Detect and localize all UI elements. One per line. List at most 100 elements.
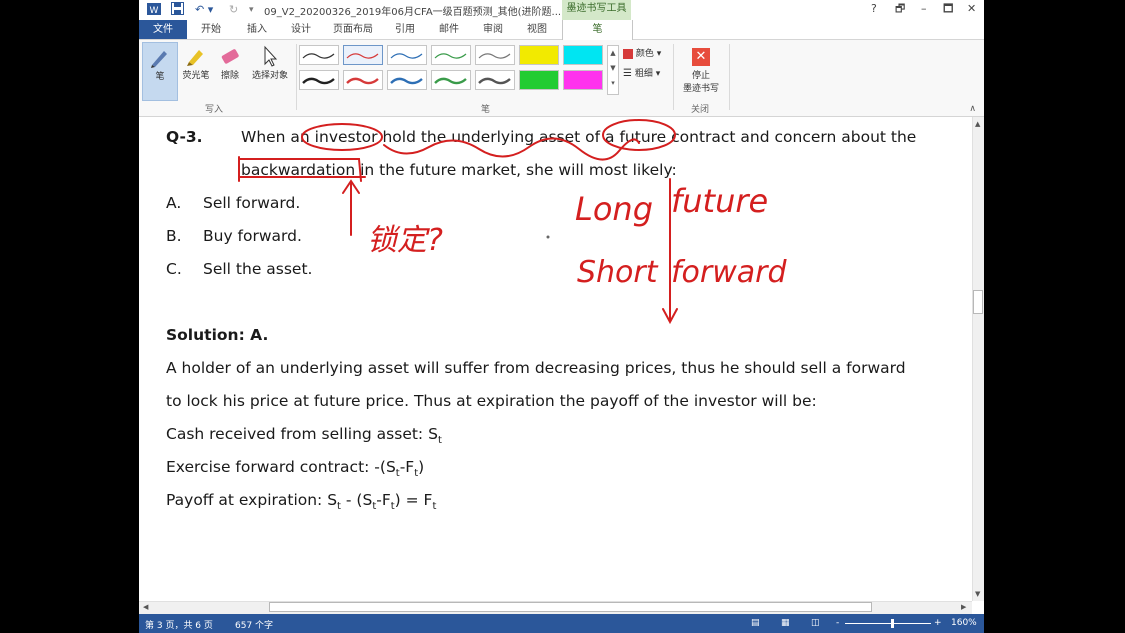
maximize-button[interactable]: 🗖 — [943, 2, 953, 16]
scroll-right-icon[interactable]: ▶ — [961, 603, 966, 611]
redo-icon[interactable]: ↻ — [229, 2, 238, 18]
zoom-slider[interactable] — [845, 623, 931, 624]
ink-tools-context-label: 墨迹书写工具 — [562, 0, 631, 22]
ribbon-tabs: 文件 开始 插入 设计 页面布局 引用 邮件 审阅 视图 笔 登录 — [139, 20, 984, 58]
highlighter-green[interactable] — [519, 70, 559, 90]
tab-design[interactable]: 设计 — [281, 20, 321, 39]
ink-note-forward: forward — [671, 255, 788, 290]
zoom-out-button[interactable]: - — [836, 618, 839, 628]
pen-style-red-thick[interactable] — [343, 70, 383, 90]
color-icon — [623, 48, 633, 59]
web-layout-icon[interactable]: ◫ — [811, 618, 820, 628]
pen-style-gray-thick[interactable] — [475, 70, 515, 90]
horizontal-scroll-thumb[interactable] — [269, 602, 872, 612]
close-icon: ✕ — [692, 48, 710, 66]
tab-insert[interactable]: 插入 — [237, 20, 277, 39]
thickness-option[interactable]: ☰ 粗细 ▾ — [623, 66, 660, 79]
page-count[interactable]: 第 3 页，共 6 页 — [145, 618, 213, 631]
ribbon-display-button[interactable]: 🗗 — [895, 2, 905, 16]
highlighter-yellow[interactable] — [519, 45, 559, 65]
color-label: 颜色 — [635, 49, 654, 59]
ink-note-short: Short — [577, 255, 659, 290]
pen-style-red-thin[interactable] — [343, 45, 383, 65]
tab-references[interactable]: 引用 — [385, 20, 425, 39]
word-count[interactable]: 657 个字 — [235, 618, 273, 631]
ribbon-separator — [729, 44, 730, 110]
group-write-label: 写入 — [205, 105, 224, 115]
scroll-left-icon[interactable]: ◀ — [143, 603, 148, 611]
vertical-scroll-thumb[interactable] — [973, 290, 983, 314]
zoom-in-button[interactable]: + — [934, 618, 942, 628]
word-window: W ↶ ▾ ↻ ▾ 09_V2_20200326_2019年06月CFA一级百题… — [139, 0, 984, 633]
highlighter-tool-label: 荧光笔 — [182, 71, 210, 81]
select-objects-label: 选择对象 — [251, 71, 288, 81]
document-page[interactable]: Q-3. When an investor hold the underlyin… — [139, 117, 972, 601]
minimize-button[interactable]: – — [921, 2, 927, 16]
window-title: 09_V2_20200326_2019年06月CFA一级百题预测_其他(进阶题.… — [264, 7, 562, 18]
scroll-down-icon[interactable]: ▼ — [975, 590, 980, 598]
word-logo-icon: W — [147, 2, 161, 18]
pen-style-gray-thin[interactable] — [475, 45, 515, 65]
zoom-slider-handle[interactable] — [891, 619, 894, 628]
gallery-scroll-arrows[interactable]: ▲ ▼ ▾ — [607, 45, 619, 95]
pen-style-green-thin[interactable] — [431, 45, 471, 65]
thickness-label: 粗细 — [634, 69, 653, 79]
tab-view[interactable]: 视图 — [517, 20, 557, 39]
ink-circle-future — [602, 119, 676, 151]
pen-style-blue-thin[interactable] — [387, 45, 427, 65]
status-bar: 第 3 页，共 6 页 657 个字 ▤ ▦ ◫ - + 160% — [139, 614, 984, 633]
color-option[interactable]: 颜色 ▾ — [623, 46, 661, 59]
eraser-tool-button[interactable]: 擦除 — [215, 42, 245, 98]
vertical-scrollbar[interactable] — [972, 117, 984, 601]
highlighter-magenta[interactable] — [563, 70, 603, 90]
save-icon[interactable] — [171, 2, 184, 18]
stop-inking-button[interactable]: ✕ 停止 墨迹书写 — [679, 44, 723, 94]
group-pens-label: 笔 — [481, 105, 491, 115]
ink-note-lock: 锁定? — [367, 223, 443, 258]
read-mode-icon[interactable]: ▤ — [751, 618, 760, 628]
tab-mailings[interactable]: 邮件 — [429, 20, 469, 39]
undo-icon[interactable]: ↶ ▾ — [195, 2, 213, 18]
title-bar: W ↶ ▾ ↻ ▾ 09_V2_20200326_2019年06月CFA一级百题… — [139, 0, 984, 22]
tab-home[interactable]: 开始 — [191, 20, 231, 39]
ink-circle-investor — [301, 123, 383, 151]
ink-dot — [546, 235, 550, 239]
tab-review[interactable]: 审阅 — [473, 20, 513, 39]
highlighter-cyan[interactable] — [563, 45, 603, 65]
cursor-icon — [264, 45, 278, 67]
ribbon-pen: 笔 荧光笔 擦除 选择对象 写入 ▲ ▼ ▾ 颜色 ▾ ☰ 粗细 ▾ 笔 ✕ 停… — [139, 40, 984, 117]
pen-style-blue-thick[interactable] — [387, 70, 427, 90]
print-layout-icon[interactable]: ▦ — [781, 618, 790, 628]
tab-file[interactable]: 文件 — [139, 20, 187, 39]
qat-customize-icon[interactable]: ▾ — [249, 2, 254, 18]
pen-style-black-thick[interactable] — [299, 70, 339, 90]
select-objects-button[interactable]: 选择对象 — [247, 42, 293, 98]
ribbon-separator — [673, 44, 674, 110]
ink-arrow-up — [342, 179, 360, 236]
svg-text:W: W — [150, 6, 159, 16]
group-close-label: 关闭 — [691, 105, 710, 115]
collapse-ribbon-icon[interactable]: ∧ — [969, 104, 976, 114]
pen-style-black-thin[interactable] — [299, 45, 339, 65]
help-button[interactable]: ? — [871, 2, 877, 16]
scroll-up-icon[interactable]: ▲ — [975, 120, 980, 128]
highlighter-tool-button[interactable]: 荧光笔 — [179, 42, 213, 98]
stop-label: 停止 — [691, 71, 710, 81]
ribbon-separator — [296, 44, 297, 110]
ink-annotations: 锁定? Long future Short forward — [238, 119, 788, 325]
zoom-level[interactable]: 160% — [951, 618, 977, 628]
close-button[interactable]: ✕ — [967, 2, 976, 16]
pen-tool-button[interactable]: 笔 — [142, 42, 178, 101]
pen-gallery — [299, 45, 611, 93]
thickness-icon: ☰ — [623, 68, 632, 79]
tab-pen[interactable]: 笔 — [562, 20, 633, 40]
pen-style-green-thick[interactable] — [431, 70, 471, 90]
pen-icon — [151, 51, 167, 68]
eraser-icon — [221, 49, 239, 64]
pen-tool-label: 笔 — [155, 72, 165, 82]
ink-wave-underline — [383, 137, 640, 161]
tab-layout[interactable]: 页面布局 — [325, 20, 381, 39]
highlighter-icon — [187, 50, 203, 66]
eraser-tool-label: 擦除 — [220, 71, 239, 81]
ink-note-future: future — [671, 182, 768, 220]
